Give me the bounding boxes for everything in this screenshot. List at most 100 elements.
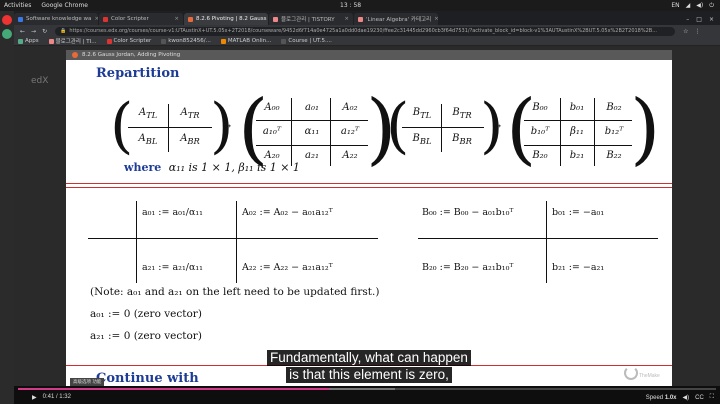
bookmark-star-icon[interactable]: ☆ [683, 28, 688, 35]
video-title-bar: 8.2.6 Gauss Jordan, Adding Pivoting [66, 50, 672, 60]
matrix-cell: BTL [412, 107, 432, 120]
matrix-cell: A₀₀ [264, 102, 280, 113]
where-keyword: where [124, 161, 162, 174]
bookmark-apps[interactable]: Apps [18, 38, 39, 44]
partition-line [524, 120, 632, 122]
update-equation: B₂₀ := B₂₀ − a₂₁b₁₀ᵀ [422, 262, 514, 273]
matrix-cell: a₁₀ᵀ [262, 126, 282, 137]
matrix-cell: A₀₂ [342, 102, 358, 113]
video-title: 8.2.6 Gauss Jordan, Adding Pivoting [82, 52, 181, 58]
reload-icon[interactable]: ↻ [42, 28, 47, 35]
tab-4[interactable]: 'Linear Algebra' 카테고리 × [354, 13, 438, 25]
matrix-cell: A₂₀ [264, 150, 280, 161]
network-icon[interactable]: ◢ [686, 2, 691, 10]
app-dock-icon[interactable] [2, 29, 12, 39]
overlay-badge[interactable]: 高级选项 功能 [70, 378, 105, 386]
matrix-cell: a₂₁ [305, 150, 319, 161]
paren-right: ) [630, 84, 661, 174]
divider-line [66, 187, 672, 188]
where-clause: where α₁₁ is 1 × 1, β₁₁ is 1 × 1 [124, 161, 300, 174]
lecture-slide: Repartition ( ATL ATR ABL ABR ) → ( A₀₀ … [66, 60, 672, 387]
matrix-cell: B₀₂ [606, 102, 622, 113]
bookmark-item[interactable]: kwon852456/... [161, 38, 211, 44]
update-equation: a₂₁ := a₂₁/α₁₁ [142, 262, 203, 273]
video-player[interactable]: 8.2.6 Gauss Jordan, Adding Pivoting Repa… [66, 50, 672, 387]
apps-icon [18, 38, 23, 44]
favicon-icon [188, 16, 193, 22]
update-equation: b₂₁ := −a₂₁ [552, 262, 605, 273]
slide-heading: Repartition [96, 66, 180, 81]
paren-left: ( [110, 91, 134, 161]
close-window-icon[interactable]: × [709, 16, 714, 23]
where-text: α₁₁ is 1 × 1, β₁₁ is 1 × 1 [168, 161, 300, 174]
table-line [88, 238, 378, 240]
partition-line [256, 145, 368, 147]
progress-fill [18, 388, 329, 390]
matrix-cell: ATR [180, 107, 200, 120]
forward-icon[interactable]: → [31, 28, 36, 35]
close-icon[interactable]: × [341, 16, 349, 22]
bookmark-item[interactable]: 블로그관리 | TI... [48, 37, 97, 45]
favicon-icon [220, 38, 226, 44]
bookmark-item[interactable]: Color Scripter [106, 38, 151, 44]
window-controls: – □ × [680, 16, 720, 25]
progress-bar[interactable] [18, 388, 716, 390]
favicon-icon [103, 16, 108, 22]
address-bar[interactable]: 🔒 https://courses.edx.org/courses/course… [55, 26, 676, 36]
favicon-icon [273, 16, 278, 22]
matrix-cell: b₀₁ [569, 102, 585, 113]
close-icon[interactable]: × [91, 16, 98, 22]
matrix-cell: A₂₂ [342, 150, 358, 161]
divider-line [66, 183, 672, 184]
menu-icon[interactable]: ⋮ [694, 28, 700, 35]
language-indicator[interactable]: EN [671, 2, 679, 10]
partition-line [291, 98, 293, 166]
partition-line [128, 127, 212, 129]
arrow: → [492, 121, 502, 132]
volume-icon[interactable]: ◀) [683, 394, 690, 401]
play-icon[interactable]: ▶ [32, 394, 37, 401]
partition-line [402, 127, 484, 129]
minimize-icon[interactable]: – [686, 16, 689, 23]
close-icon[interactable]: × [431, 16, 438, 22]
matrix-cell: b₂₁ [569, 150, 585, 161]
bookmarks-bar: Apps 블로그관리 | TI... Color Scripter kwon85… [14, 37, 720, 46]
clock[interactable]: 13 : 58 [340, 2, 361, 9]
captions-icon[interactable]: CC [695, 395, 704, 401]
close-icon[interactable]: × [171, 16, 179, 22]
favicon-icon [161, 38, 167, 44]
matrix-cell: ABL [138, 133, 158, 146]
fullscreen-icon[interactable]: ⛶ [710, 394, 714, 401]
bookmark-item[interactable]: MATLAB Onlin... [220, 38, 271, 44]
close-icon[interactable]: × [266, 16, 268, 22]
favicon-icon [106, 38, 112, 44]
matrix-cell: b₁₂ᵀ [604, 126, 624, 137]
matrix-cell: BBL [412, 133, 432, 146]
matrix-cell: β₁₁ [570, 126, 584, 137]
subtitle-line-2: is that this element is zero, [66, 364, 672, 383]
time-display: 0:41 / 1:32 [42, 394, 71, 400]
activities-button[interactable]: Activities [4, 2, 31, 9]
volume-icon[interactable]: ◀) [696, 2, 703, 10]
back-icon[interactable]: ← [20, 28, 25, 35]
watermark: TheMake [639, 373, 660, 379]
tab-3[interactable]: 블로그관리 | TISTORY × [269, 13, 353, 25]
tab-1[interactable]: Color Scripter × [99, 13, 183, 25]
matrix-cell: B₂₂ [606, 150, 622, 161]
table-line [546, 201, 548, 283]
update-equation: a₀₁ := a₀₁/α₁₁ [142, 207, 203, 218]
matrix-cell: b₁₀ᵀ [530, 126, 550, 137]
power-icon[interactable]: ⏻ [709, 2, 714, 10]
tab-0[interactable]: Software knowledge wa × [14, 13, 98, 25]
arrow: → [222, 121, 232, 132]
update-equation: b₀₁ := −a₀₁ [552, 207, 605, 218]
chrome-dock-icon[interactable] [2, 15, 12, 25]
maximize-icon[interactable]: □ [696, 16, 702, 23]
zero-vector-line: a₀₁ := 0 (zero vector) [90, 308, 202, 320]
bookmark-item[interactable]: Course | UT.5.... [281, 38, 332, 44]
speed-label[interactable]: Speed 1.0x [646, 395, 677, 401]
tab-2[interactable]: 8.2.6 Pivoting | 8.2 Gauss× [184, 13, 268, 25]
edx-logo: edX [31, 76, 49, 86]
os-top-bar: Activities Google Chrome 13 : 58 EN ◢ ◀)… [0, 0, 720, 11]
app-menu[interactable]: Google Chrome [41, 2, 88, 9]
